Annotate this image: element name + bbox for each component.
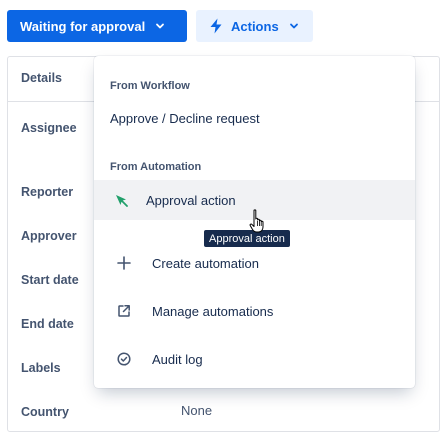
external-link-icon bbox=[116, 303, 132, 319]
field-label-start-date: Start date bbox=[21, 273, 79, 287]
chevron-down-icon bbox=[289, 21, 299, 31]
field-label-labels: Labels bbox=[21, 361, 61, 375]
menu-item-label: Approve / Decline request bbox=[110, 110, 260, 126]
lightning-bolt-icon bbox=[209, 18, 223, 34]
tooltip: Approval action bbox=[204, 230, 290, 247]
actions-button[interactable]: Actions bbox=[196, 10, 313, 42]
menu-item-label: Approval action bbox=[146, 192, 236, 208]
menu-item-label: Manage automations bbox=[152, 303, 274, 319]
status-button-label: Waiting for approval bbox=[20, 18, 146, 34]
menu-item-manage-automations[interactable]: Manage automations bbox=[94, 291, 415, 331]
actions-button-label: Actions bbox=[231, 18, 279, 34]
field-value-country[interactable]: None bbox=[181, 403, 212, 418]
menu-item-create-automation[interactable]: Create automation bbox=[94, 243, 415, 283]
field-label-assignee: Assignee bbox=[21, 121, 77, 135]
issue-view: Waiting for approval Actions Details Ass… bbox=[0, 0, 440, 432]
field-label-reporter: Reporter bbox=[21, 185, 74, 199]
hand-pointer-cursor-icon bbox=[249, 209, 267, 233]
field-label-approver: Approver bbox=[21, 229, 77, 243]
menu-item-audit-log[interactable]: Audit log bbox=[94, 339, 415, 379]
menu-heading-automation: From Automation bbox=[110, 161, 202, 173]
field-label-country: Country bbox=[21, 405, 69, 419]
check-circle-icon bbox=[116, 351, 132, 367]
status-button[interactable]: Waiting for approval bbox=[7, 10, 187, 42]
menu-heading-workflow: From Workflow bbox=[110, 80, 190, 92]
details-title: Details bbox=[21, 71, 62, 85]
approval-action-icon bbox=[114, 192, 130, 208]
plus-icon bbox=[116, 255, 132, 271]
field-label-end-date: End date bbox=[21, 317, 74, 331]
menu-item-label: Create automation bbox=[152, 255, 259, 271]
menu-item-approve-decline[interactable]: Approve / Decline request bbox=[94, 98, 415, 138]
menu-item-label: Audit log bbox=[152, 351, 203, 367]
chevron-down-icon bbox=[155, 21, 165, 31]
